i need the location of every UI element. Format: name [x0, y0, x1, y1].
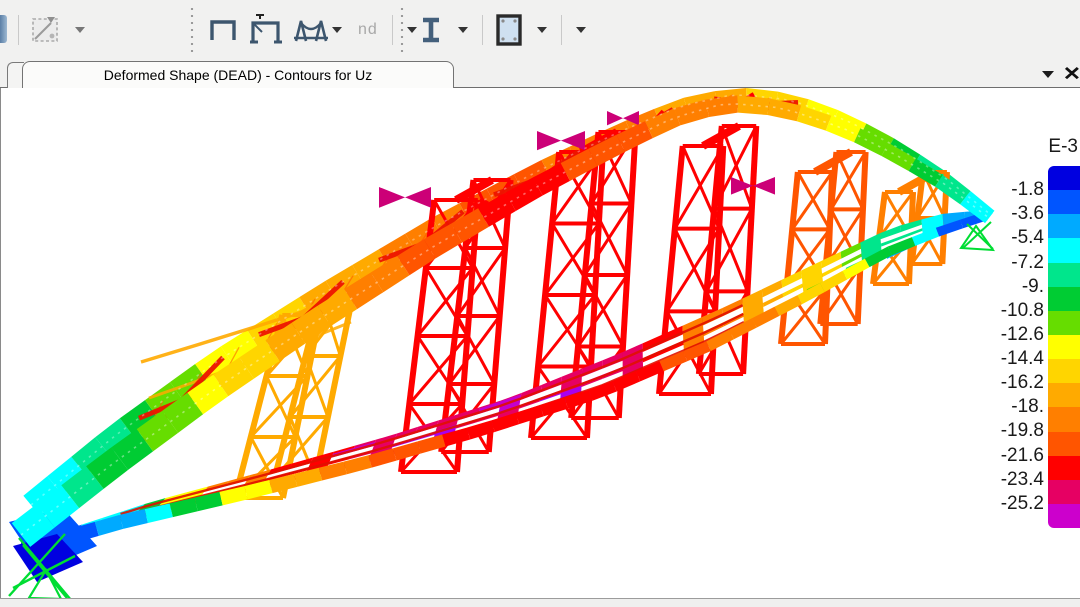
concrete-section-icon[interactable]: [489, 8, 529, 52]
legend-tick: -10.8: [964, 301, 1044, 321]
legend-tick: -25.2: [964, 494, 1044, 514]
draw-special-joint-caret[interactable]: [75, 27, 85, 33]
portal-frame-icon[interactable]: [202, 8, 244, 52]
bottom-panel-edge: [0, 598, 1080, 607]
toolbar: nd: [0, 0, 1080, 60]
section-group-caret[interactable]: [576, 27, 586, 33]
bridge-wizard-icon[interactable]: [288, 8, 334, 52]
toolbar-separator: [482, 15, 483, 45]
legend-tick: -7.2: [964, 253, 1044, 273]
legend-tick: -16.2: [964, 373, 1044, 393]
legend-exponent-label: E-3: [1048, 136, 1078, 158]
concrete-section-caret[interactable]: [537, 27, 547, 33]
legend-tick: -12.6: [964, 325, 1044, 345]
legend-tick: -5.4: [964, 228, 1044, 248]
toolbar-drag-handle[interactable]: [188, 8, 196, 52]
legend-tick: -9.: [964, 277, 1044, 297]
legend-tick: -19.8: [964, 421, 1044, 441]
toolbar-separator: [18, 15, 19, 45]
deformed-shape-3d-view[interactable]: [1, 88, 1080, 598]
deformed-shape-tab[interactable]: Deformed Shape (DEAD) - Contours for Uz: [22, 61, 454, 88]
close-icon[interactable]: ✕: [1063, 65, 1080, 84]
nd-label: nd: [350, 21, 386, 39]
window-menu-caret-icon[interactable]: [1042, 71, 1054, 78]
legend-tick: -21.6: [964, 446, 1044, 466]
toolbar-separator: [561, 15, 562, 45]
model-display-window[interactable]: E-3 -1.8 -3.6 -5.4 -7.2 -9. -10.8 -12.6 -14.4 -1…: [0, 88, 1080, 598]
tab-bar: Deformed Shape (DEAD) - Contours for Uz …: [0, 60, 1080, 88]
bridge-wizard-caret[interactable]: [332, 27, 342, 33]
legend-tick: -14.4: [964, 349, 1044, 369]
legend-tick: -3.6: [964, 204, 1044, 224]
tab-title: Deformed Shape (DEAD) - Contours for Uz: [104, 67, 372, 83]
partial-left-icon[interactable]: [0, 15, 7, 43]
draw-special-joint-icon[interactable]: [25, 8, 67, 52]
ibeam-section-caret[interactable]: [458, 27, 468, 33]
legend-tick: -23.4: [964, 470, 1044, 490]
legend-tick: -18.: [964, 397, 1044, 417]
legend-tick: -1.8: [964, 180, 1044, 200]
ibeam-section-icon[interactable]: [412, 8, 450, 52]
toolbar-drag-handle[interactable]: [398, 8, 406, 52]
braced-frame-icon[interactable]: [244, 8, 288, 52]
legend-colorbar: [1048, 166, 1080, 528]
